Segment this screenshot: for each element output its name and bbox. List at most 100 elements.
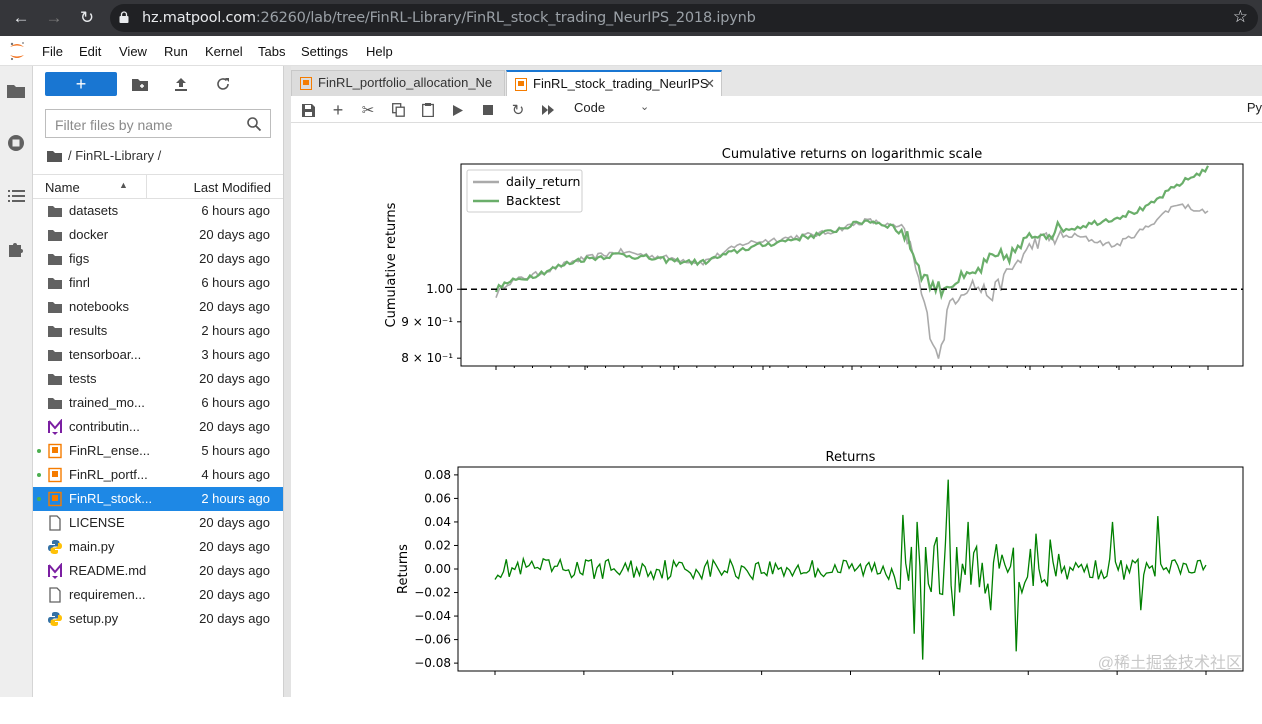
file-row[interactable]: tensorboar... 3 hours ago (33, 343, 283, 367)
extension-icon[interactable] (6, 239, 26, 259)
run-icon[interactable] (449, 101, 467, 119)
panel-splitter[interactable] (284, 66, 291, 697)
file-modified: 20 days ago (199, 371, 270, 386)
folder-icon[interactable] (6, 80, 26, 100)
y-tick-label: 9 × 10⁻¹ (401, 315, 453, 329)
file-name: docker (69, 227, 109, 242)
file-row[interactable]: LICENSE 20 days ago (33, 511, 283, 535)
file-row[interactable]: FinRL_portf... 4 hours ago (33, 463, 283, 487)
file-row[interactable]: FinRL_stock... 2 hours ago (33, 487, 283, 511)
file-name: main.py (69, 539, 115, 554)
file-row[interactable]: main.py 20 days ago (33, 535, 283, 559)
column-last-modified[interactable]: Last Modified (194, 180, 271, 195)
running-icon[interactable] (6, 133, 26, 153)
stop-icon[interactable] (479, 101, 497, 119)
copy-icon[interactable] (389, 101, 407, 119)
tab-stock-trading-notebook[interactable]: FinRL_stock_trading_NeurIPS ✕ (506, 70, 722, 96)
file-row[interactable]: README.md 20 days ago (33, 559, 283, 583)
menu-edit[interactable]: Edit (79, 44, 101, 59)
menu-view[interactable]: View (119, 44, 147, 59)
file-row[interactable]: datasets 6 hours ago (33, 199, 283, 223)
y-tick-label: −0.08 (414, 656, 451, 670)
file-modified: 6 hours ago (201, 203, 270, 218)
file-name: requiremen... (69, 587, 146, 602)
back-icon[interactable]: ← (8, 5, 34, 31)
browser-toolbar: ← → ↻ hz.matpool.com:26260/lab/tree/FinR… (0, 0, 1262, 36)
file-modified: 20 days ago (199, 227, 270, 242)
file-modified: 2 hours ago (201, 323, 270, 338)
cut-icon[interactable]: ✂ (359, 101, 377, 119)
reload-icon[interactable]: ↻ (74, 5, 100, 31)
address-bar[interactable]: hz.matpool.com:26260/lab/tree/FinRL-Libr… (110, 4, 1258, 32)
watermark: @稀土掘金技术社区 (1097, 655, 1242, 672)
y-tick-label: −0.04 (414, 609, 451, 623)
url-text: hz.matpool.com:26260/lab/tree/FinRL-Libr… (142, 10, 756, 26)
file-name: notebooks (69, 299, 129, 314)
file-list: datasets 6 hours ago docker 20 days ago figs… (33, 199, 283, 631)
file-row[interactable]: setup.py 20 days ago (33, 607, 283, 631)
python-icon (47, 611, 63, 627)
breadcrumb-path[interactable]: / FinRL-Library / (68, 148, 161, 163)
menu-settings[interactable]: Settings (301, 44, 348, 59)
new-launcher-button[interactable]: + (45, 72, 117, 96)
file-name: tensorboar... (69, 347, 142, 362)
file-row[interactable]: FinRL_ense... 5 hours ago (33, 439, 283, 463)
folder-icon (47, 227, 63, 243)
filter-input[interactable]: Filter files by name (45, 109, 271, 138)
markdown-icon (47, 562, 63, 579)
cell-type-select[interactable]: Code ⌄ (574, 100, 649, 115)
file-name: datasets (69, 203, 119, 218)
restart-kernel-icon[interactable]: ↻ (509, 101, 527, 119)
bookmark-star-icon[interactable]: ☆ (1233, 7, 1248, 27)
y-tick-label: 0.02 (424, 538, 451, 552)
file-name: setup.py (69, 611, 119, 626)
y-axis-label: Cumulative returns (384, 202, 399, 327)
file-row[interactable]: requiremen... 20 days ago (33, 583, 283, 607)
file-row[interactable]: notebooks 20 days ago (33, 295, 283, 319)
menu-tabs[interactable]: Tabs (258, 44, 285, 59)
file-modified: 2 hours ago (201, 491, 270, 506)
save-icon[interactable] (299, 101, 317, 119)
column-name[interactable]: Name (45, 180, 80, 195)
paste-icon[interactable] (419, 101, 437, 119)
breadcrumb: / FinRL-Library / (47, 148, 161, 163)
file-modified: 20 days ago (199, 515, 270, 530)
fast-forward-icon[interactable] (539, 101, 557, 119)
refresh-icon[interactable] (213, 74, 233, 94)
file-name: LICENSE (69, 515, 125, 530)
notebook-icon (300, 77, 312, 90)
running-indicator (37, 473, 41, 477)
close-tab-icon[interactable]: ✕ (704, 72, 715, 96)
upload-icon[interactable] (171, 74, 191, 94)
menu-file[interactable]: File (42, 44, 63, 59)
notebook-icon (47, 491, 63, 507)
menu-help[interactable]: Help (366, 44, 393, 59)
y-tick-label: 1.00 (426, 282, 453, 296)
file-row[interactable]: docker 20 days ago (33, 223, 283, 247)
tab-portfolio-notebook[interactable]: FinRL_portfolio_allocation_Ne (291, 70, 505, 96)
toc-icon[interactable] (6, 186, 26, 206)
file-row[interactable]: figs 20 days ago (33, 247, 283, 271)
notebook-icon (47, 467, 63, 483)
jupyter-logo-icon (10, 42, 24, 61)
kernel-name[interactable]: Py (1247, 100, 1262, 115)
file-modified: 6 hours ago (201, 395, 270, 410)
file-row[interactable]: trained_mo... 6 hours ago (33, 391, 283, 415)
insert-cell-icon[interactable]: + (329, 100, 347, 120)
file-row[interactable]: finrl 6 hours ago (33, 271, 283, 295)
file-name: finrl (69, 275, 90, 290)
notebook-icon (515, 78, 527, 91)
file-row[interactable]: tests 20 days ago (33, 367, 283, 391)
file-row[interactable]: results 2 hours ago (33, 319, 283, 343)
chart-title: Cumulative returns on logarithmic scale (722, 147, 982, 162)
new-folder-icon[interactable] (130, 74, 150, 94)
home-folder-icon[interactable] (47, 150, 62, 162)
file-row[interactable]: contributin... 20 days ago (33, 415, 283, 439)
returns-chart: Returns Returns 0.08 0.06 0.04 0.02 0.00 −0.02 −… (396, 450, 1244, 675)
forward-icon[interactable]: → (41, 5, 67, 31)
file-modified: 20 days ago (199, 611, 270, 626)
menu-run[interactable]: Run (164, 44, 188, 59)
menu-kernel[interactable]: Kernel (205, 44, 243, 59)
file-name: tests (69, 371, 97, 386)
y-tick-label: −0.06 (414, 633, 451, 647)
